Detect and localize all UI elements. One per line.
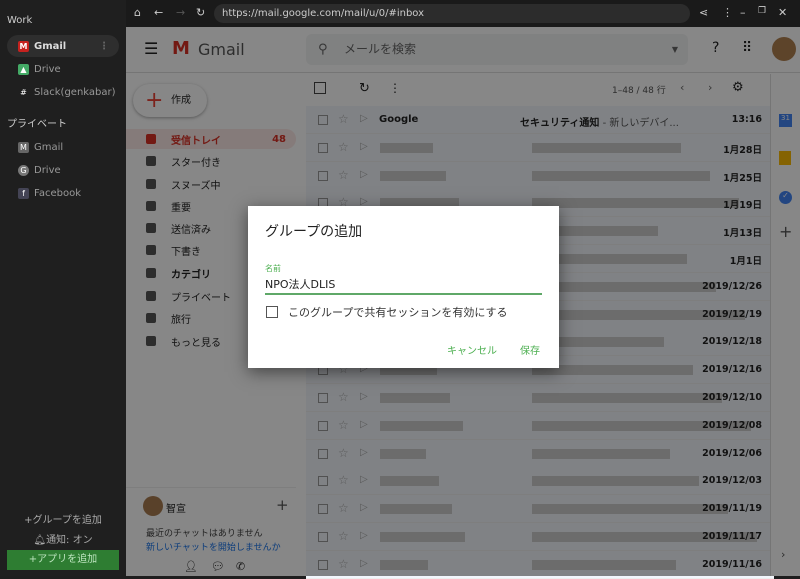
sidebar-item-work-drive[interactable]: ▲ Drive: [18, 60, 61, 78]
sidebar-item-work-gmail[interactable]: M Gmail ⋮: [7, 35, 119, 57]
gmail-icon: M: [18, 40, 29, 52]
sidebar-item-work-slack[interactable]: # Slack(genkabar): [18, 83, 115, 101]
browser-toolbar: ⌂ ← → ↻ https://mail.google.com/mail/u/0…: [126, 0, 800, 27]
notification-toggle[interactable]: 🔔︎通知: オン: [0, 531, 126, 546]
url-bar[interactable]: https://mail.google.com/mail/u/0/#inbox: [214, 4, 690, 23]
minimize-icon[interactable]: –: [740, 6, 746, 19]
slack-icon: #: [20, 87, 27, 97]
facebook-icon: f: [18, 187, 29, 199]
add-group-dialog: グループの追加 名前 このグループで共有セッションを有効にする キャンセル 保存: [248, 206, 559, 368]
section-work: Work: [7, 15, 33, 26]
name-input[interactable]: [265, 274, 542, 295]
add-group-button[interactable]: +グループを追加: [0, 511, 126, 526]
shared-session-label: このグループで共有セッションを有効にする: [288, 306, 508, 319]
more-icon[interactable]: ⋮: [99, 41, 109, 52]
gmail-icon: M: [18, 141, 29, 153]
save-button[interactable]: 保存: [520, 342, 540, 357]
name-label: 名前: [265, 264, 281, 273]
sidebar-item-private-drive[interactable]: G Drive: [18, 161, 61, 179]
sidebar-item-private-gmail[interactable]: M Gmail: [18, 138, 63, 156]
sidebar-item-private-facebook[interactable]: f Facebook: [18, 184, 81, 202]
bell-icon: 🔔︎: [33, 535, 47, 546]
app-sidebar: Work M Gmail ⋮ ▲ Drive # Slack(genkabar) プライ…: [0, 0, 126, 576]
section-private: プライベート: [7, 119, 67, 130]
dialog-title: グループの追加: [265, 224, 363, 240]
maximize-icon[interactable]: ❐: [758, 6, 766, 16]
reload-icon[interactable]: ↻: [196, 6, 205, 19]
google-icon: G: [18, 164, 29, 176]
drive-icon: ▲: [18, 63, 29, 75]
cancel-button[interactable]: キャンセル: [447, 342, 497, 357]
shared-session-checkbox[interactable]: [266, 306, 278, 318]
home-icon[interactable]: ⌂: [134, 6, 141, 19]
add-app-button[interactable]: +アプリを追加: [7, 550, 119, 570]
back-icon[interactable]: ←: [154, 6, 163, 19]
share-icon[interactable]: ⋖: [699, 6, 708, 19]
forward-icon[interactable]: →: [176, 6, 185, 19]
close-icon[interactable]: ✕: [778, 6, 787, 19]
menu-icon[interactable]: ⋮: [722, 6, 733, 19]
